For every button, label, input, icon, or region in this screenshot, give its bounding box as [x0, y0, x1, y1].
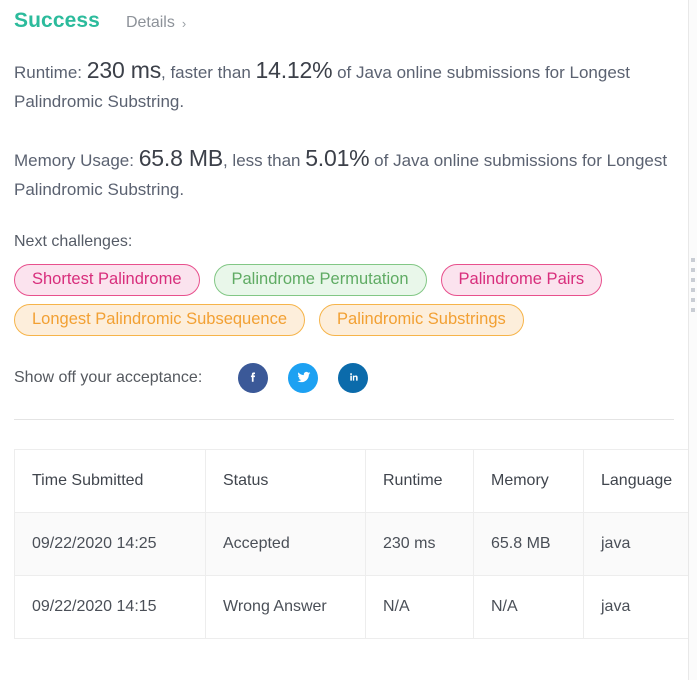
next-challenges-label: Next challenges: [14, 232, 133, 250]
challenge-tag[interactable]: Shortest Palindrome [14, 263, 200, 296]
challenge-tag[interactable]: Palindrome Pairs [440, 263, 603, 296]
submission-time-cell: 09/22/2020 14:15 [14, 574, 206, 639]
linkedin-icon[interactable] [338, 362, 369, 393]
memory-value: 65.8 MB [138, 144, 223, 171]
submissions-table: Time Submitted Status Runtime Memory Languag… [14, 448, 697, 639]
memory-middle: , less than [222, 150, 301, 170]
runtime-prefix: Runtime: [14, 63, 83, 82]
runtime-value: 230 ms [86, 57, 161, 83]
runtime-percentile: 14.12% [255, 57, 333, 83]
memory-stat-line: Memory Usage: 65.8 MB, less than 5.01% o… [14, 115, 674, 203]
runtime-stat-line: Runtime: 230 ms, faster than 14.12% of J… [14, 35, 674, 115]
chevron-right-icon: › [181, 15, 187, 31]
table-column-header: Language [583, 448, 697, 513]
runtime-middle: , faster than [161, 63, 251, 82]
table-row[interactable]: 09/22/2020 14:25 Accepted 230 ms 65.8 MB jav… [14, 511, 697, 576]
twitter-icon[interactable] [288, 362, 319, 393]
challenge-tag[interactable]: Palindrome Permutation [213, 263, 427, 296]
table-column-header: Status [205, 448, 366, 513]
section-divider [14, 418, 674, 420]
table-column-header: Memory [473, 448, 584, 513]
challenge-tag[interactable]: Palindromic Substrings [319, 303, 524, 336]
facebook-icon[interactable] [238, 362, 269, 393]
share-row: Show off your acceptance: [14, 344, 674, 393]
submission-memory-cell: 65.8 MB [473, 511, 584, 576]
challenge-tag[interactable]: Longest Palindromic Subsequence [14, 303, 306, 336]
memory-percentile: 5.01% [305, 144, 370, 171]
table-column-header: Time Submitted [14, 448, 206, 513]
table-header-row: Time Submitted Status Runtime Memory Languag… [14, 448, 697, 513]
submission-runtime-cell: N/A [365, 574, 474, 639]
submission-language-cell: java [583, 574, 697, 639]
submission-status-title: Success [14, 9, 100, 32]
next-challenges-row: Longest Palindromic Subsequence Palindrom… [14, 303, 674, 336]
panel-resize-gutter[interactable] [688, 0, 697, 680]
next-challenges-row: Shortest Palindrome Palindrome Permutatio… [14, 263, 674, 296]
submission-result-panel: Success Details › Runtime: 230 ms, faste… [0, 0, 697, 680]
submission-runtime-cell: 230 ms [365, 511, 474, 576]
submission-status-cell[interactable]: Accepted [205, 511, 366, 576]
next-challenges-list: Shortest Palindrome Palindrome Permutatio… [14, 263, 674, 336]
details-link[interactable]: Details › [126, 14, 186, 32]
resize-drag-handle[interactable] [691, 258, 695, 312]
details-link-label: Details [125, 14, 175, 31]
share-label: Show off your acceptance: [14, 368, 203, 386]
social-icon-group [238, 362, 369, 393]
submission-memory-cell: N/A [473, 574, 584, 639]
result-header: Success Details › [14, 0, 674, 35]
table-row[interactable]: 09/22/2020 14:15 Wrong Answer N/A N/A java [14, 574, 697, 639]
submission-time-cell: 09/22/2020 14:25 [14, 511, 206, 576]
submission-language-cell: java [583, 511, 697, 576]
submission-status-cell[interactable]: Wrong Answer [205, 574, 366, 639]
table-column-header: Runtime [365, 448, 474, 513]
memory-prefix: Memory Usage: [14, 150, 134, 170]
